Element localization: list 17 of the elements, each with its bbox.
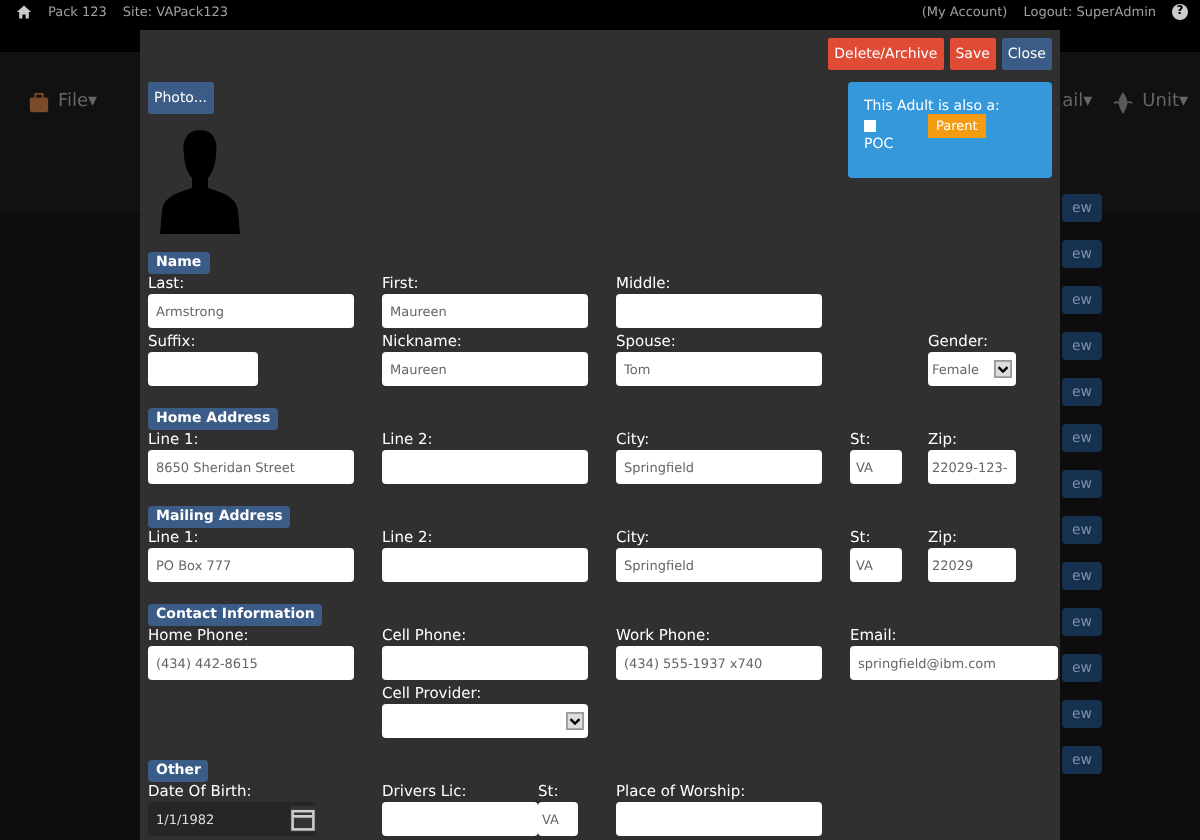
input-field[interactable] bbox=[382, 548, 588, 582]
nav-menu[interactable]: File▾ bbox=[28, 84, 98, 120]
input-field[interactable] bbox=[382, 802, 538, 836]
calendar-icon bbox=[290, 806, 316, 832]
select-field[interactable] bbox=[382, 704, 588, 738]
input-field[interactable] bbox=[148, 352, 258, 386]
briefcase-icon bbox=[28, 91, 50, 113]
poc-checkbox[interactable] bbox=[864, 119, 876, 131]
dropdown-icon bbox=[566, 712, 584, 730]
dropdown-icon bbox=[994, 360, 1012, 378]
input-field[interactable] bbox=[382, 646, 588, 680]
input-field[interactable] bbox=[616, 802, 822, 836]
nav-menu[interactable]: ail▾ bbox=[1062, 84, 1093, 120]
nav-menu[interactable]: Unit▾ bbox=[1112, 84, 1188, 120]
home-icon[interactable] bbox=[16, 4, 32, 20]
input-field[interactable] bbox=[616, 294, 822, 328]
input-field[interactable] bbox=[382, 450, 588, 484]
